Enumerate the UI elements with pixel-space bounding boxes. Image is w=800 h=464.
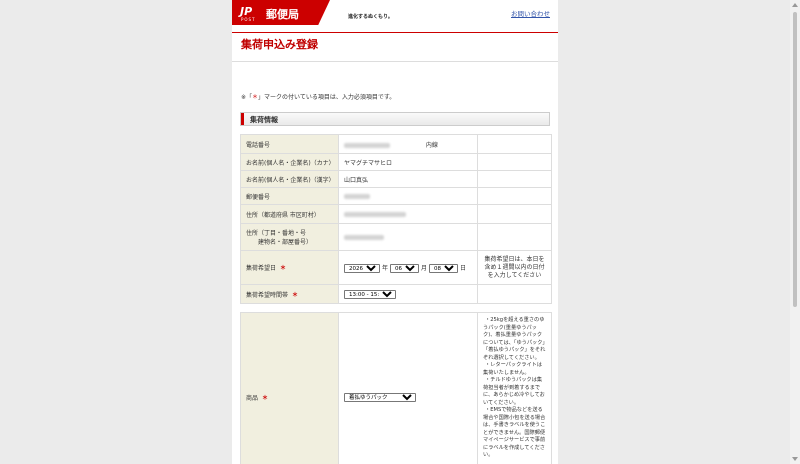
product-note-list: ・25kgを超える重さのゆうパック(重量ゆうパック)、着払重量ゆうパックについて…	[483, 317, 546, 460]
table-row: 電話番号 内線	[240, 134, 552, 154]
phone-value: 内線	[338, 134, 478, 154]
pickup-time-label: 集荷希望時間帯＊	[240, 284, 339, 304]
name-kanji-note	[477, 170, 552, 188]
postal-label: 郵便番号	[240, 187, 339, 205]
address1-label: 住所（都道府県 市区町村）	[240, 204, 339, 224]
logo-post-text: POST	[241, 17, 256, 22]
required-note-suffix: 」マークの付いている項目は、入力必須項目です。	[258, 94, 396, 101]
table-row: 住所（都道府県 市区町村）	[240, 204, 552, 224]
section-header: 集荷情報	[240, 112, 550, 126]
address2-note	[477, 223, 552, 251]
table-row: お名前(個人名・企業名)（カナ） ヤマグチマサヒロ	[240, 153, 552, 171]
phone-note	[477, 134, 552, 154]
product-note-item: ・EMSで物品などを送る場合や国際小包を送る場合は、手書きラベルを使うことができ…	[483, 407, 546, 458]
table-row: 集荷希望日＊ 2026 年 06 月 08 日 集荷希望日は、本日を含め１週間以内の日付を…	[240, 250, 552, 285]
day-select[interactable]: 08	[429, 263, 459, 273]
spacer-row	[241, 304, 552, 313]
product-note-item: ・25kgを超える重さのゆうパック(重量ゆうパック)、着払重量ゆうパックについて…	[483, 317, 546, 361]
table-row: 郵便番号	[240, 187, 552, 205]
postal-note	[477, 187, 552, 205]
pickup-time-label-text: 集荷希望時間帯	[246, 291, 289, 299]
pickup-time-select[interactable]: 13:00 - 15:00	[344, 289, 396, 299]
name-kanji-value: 山口真弘	[338, 170, 478, 188]
phone-label: 電話番号	[240, 134, 339, 154]
logo-name: 郵便局	[266, 8, 299, 21]
table-row: 住所（丁目・番地・号 建物名・部屋番号）	[240, 223, 552, 251]
pickup-date-label: 集荷希望日＊	[240, 250, 339, 285]
pickup-form-table: 電話番号 内線 お名前(個人名・企業名)（カナ） ヤマグチマサヒロ お名前(個人…	[240, 134, 552, 464]
extension-label: 内線	[425, 141, 438, 149]
address2-redacted	[344, 234, 384, 240]
pickup-time-note	[477, 284, 552, 304]
required-asterisk: ＊	[280, 265, 287, 272]
name-kana-note	[477, 153, 552, 171]
table-row: 集荷希望時間帯＊ 13:00 - 15:00	[240, 284, 552, 304]
pickup-time-value: 13:00 - 15:00	[338, 284, 478, 304]
tagline: 進化するぬくもり。	[348, 14, 393, 20]
table-row: 商品＊ 着払ゆうパック ・25kgを超える重さのゆうパック(重量ゆうパック)、着…	[240, 312, 552, 464]
address1-value	[338, 204, 478, 224]
site-header: JP POST 郵便局 進化するぬくもり。 お問い合わせ	[232, 0, 558, 33]
required-note-prefix: ※「	[241, 94, 253, 101]
scroll-thumb[interactable]	[793, 12, 797, 307]
year-select[interactable]: 2026	[344, 263, 380, 273]
contact-link[interactable]: お問い合わせ	[511, 8, 550, 18]
postal-redacted	[344, 193, 370, 199]
address2-label-line1: 住所（丁目・番地・号	[246, 230, 307, 237]
product-select[interactable]: 着払ゆうパック	[344, 393, 416, 402]
product-value: 着払ゆうパック	[338, 312, 478, 464]
product-label: 商品＊	[240, 312, 339, 464]
vertical-scrollbar[interactable]	[790, 0, 800, 464]
address2-value	[338, 223, 478, 251]
name-kana-label: お名前(個人名・企業名)（カナ）	[240, 153, 339, 171]
section-title: 集荷情報	[250, 116, 278, 124]
spacer-cell	[241, 304, 552, 313]
product-notes: ・25kgを超える重さのゆうパック(重量ゆうパック)、着払重量ゆうパックについて…	[477, 312, 552, 464]
month-unit: 月	[421, 264, 428, 272]
required-asterisk: ＊	[262, 395, 269, 402]
title-divider	[232, 61, 558, 62]
postal-value	[338, 187, 478, 205]
scroll-down-arrow-icon[interactable]	[792, 457, 798, 461]
pickup-date-note: 集荷希望日は、本日を含め１週間以内の日付を入力してください	[477, 250, 552, 285]
month-select[interactable]: 06	[390, 263, 420, 273]
product-note-item: ・レターパックライトは集荷いたしません。	[483, 362, 543, 376]
phone-number-redacted	[344, 142, 390, 148]
required-note: ※「＊」マークの付いている項目は、入力必須項目です。	[241, 92, 395, 101]
address2-label: 住所（丁目・番地・号 建物名・部屋番号）	[240, 223, 339, 251]
product-label-text: 商品	[246, 395, 259, 402]
address2-label-line2: 建物名・部屋番号）	[258, 239, 313, 246]
pickup-date-value: 2026 年 06 月 08 日	[338, 250, 478, 285]
name-kanji-label: お名前(個人名・企業名)（漢字）	[240, 170, 339, 188]
page-container: JP POST 郵便局 進化するぬくもり。 お問い合わせ 集荷申込み登録 ※「＊…	[232, 0, 558, 464]
day-unit: 日	[460, 264, 467, 272]
year-unit: 年	[382, 264, 389, 272]
address1-redacted	[344, 211, 406, 217]
table-row: お名前(個人名・企業名)（漢字） 山口真弘	[240, 170, 552, 188]
name-kana-value: ヤマグチマサヒロ	[338, 153, 478, 171]
pickup-date-label-text: 集荷希望日	[246, 265, 277, 272]
required-asterisk: ＊	[292, 291, 299, 299]
page-title: 集荷申込み登録	[241, 38, 318, 51]
product-note-item: ・チルドゆうパックは集荷担当者が到着するまでに、あらかじめ冷やしておいてください…	[483, 377, 545, 406]
address1-note	[477, 204, 552, 224]
scroll-up-arrow-icon[interactable]	[792, 3, 798, 7]
